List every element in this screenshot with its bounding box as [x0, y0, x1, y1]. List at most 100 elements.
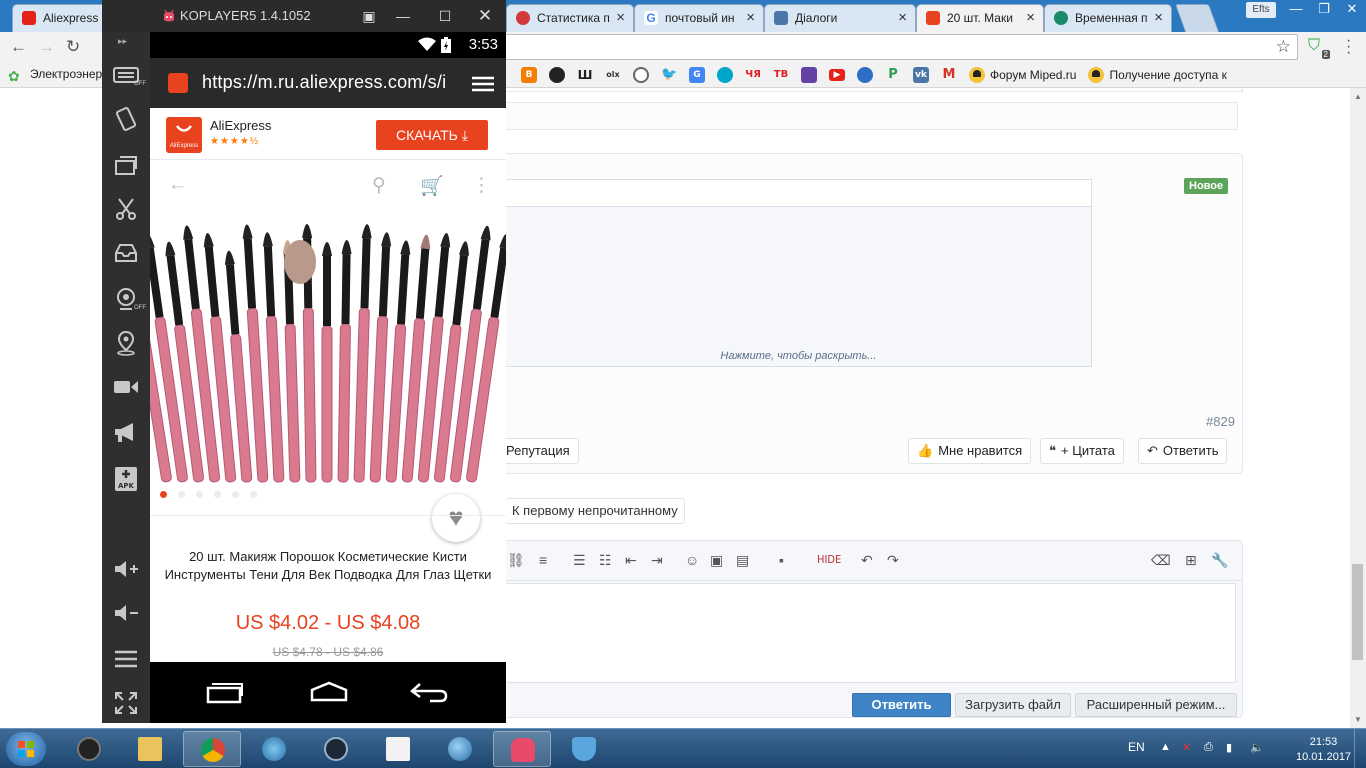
reply-button[interactable]: ↶ Ответить [1138, 438, 1228, 464]
tab-dialogs[interactable]: Діалоги × [764, 4, 916, 32]
menu-icon[interactable] [110, 644, 142, 674]
save-draft-icon[interactable]: ▪ [779, 553, 784, 567]
rotate-screen-icon[interactable] [110, 104, 142, 134]
twitter-bookmark[interactable]: 🐦 [655, 66, 683, 84]
expand-toolbar-icon[interactable]: ⊞ [1185, 553, 1197, 567]
tab-temporary[interactable]: Временная п × [1044, 4, 1172, 32]
webcam-icon[interactable]: OFF [110, 284, 146, 314]
youtube-bookmark[interactable]: ▶ [823, 66, 851, 84]
show-hidden-icons-icon[interactable]: ▲ [1160, 741, 1174, 755]
close-tab-icon[interactable]: × [746, 5, 755, 31]
koplayer-minimize-icon[interactable]: — [388, 0, 418, 32]
web-bookmark[interactable] [851, 66, 879, 84]
redo-icon[interactable]: ↷ [887, 553, 899, 567]
close-tab-icon[interactable]: × [616, 5, 625, 31]
usb-icon[interactable]: ⎙ [1204, 741, 1218, 755]
image-icon[interactable]: ▣ [710, 553, 723, 567]
cart-icon[interactable]: 🛒 [420, 174, 444, 198]
gallery-dot[interactable] [160, 491, 167, 498]
wishlist-heart-icon[interactable]: ♥ [432, 494, 480, 542]
start-button[interactable] [6, 732, 46, 766]
close-tab-icon[interactable]: × [898, 5, 907, 31]
shield-extension-icon[interactable]: ⛉ 2 [1308, 37, 1330, 59]
twitch-bookmark[interactable] [795, 66, 823, 84]
back-arrow-icon[interactable]: ← [168, 174, 187, 196]
language-indicator[interactable]: EN [1128, 740, 1145, 754]
expand-quote-link[interactable]: Нажмите, чтобы раскрыть... [506, 350, 1091, 362]
bullet-list-icon[interactable]: ☰ [573, 553, 586, 567]
scroll-up-icon[interactable]: ▲ [1354, 92, 1362, 101]
profile-button[interactable]: Efts [1246, 2, 1276, 18]
megaphone-icon[interactable] [110, 418, 142, 448]
like-button[interactable]: 👍 Мне нравится [908, 438, 1032, 464]
shazam-bookmark[interactable]: Ш [571, 66, 599, 84]
taskbar-earth[interactable] [431, 731, 489, 767]
bookmark-access[interactable]: Получение доступа к [1088, 67, 1227, 83]
unlink-icon[interactable]: ⛓ [507, 553, 525, 567]
close-tab-icon[interactable]: × [1026, 5, 1035, 31]
address-bar[interactable]: ☆ [505, 34, 1298, 60]
close-window-icon[interactable]: ✕ [1338, 0, 1366, 20]
align-icon[interactable]: ≡ [539, 553, 547, 567]
outdent-icon[interactable]: ⇤ [625, 553, 637, 567]
parking-bookmark[interactable]: P [879, 66, 907, 84]
gallery-dot[interactable] [250, 491, 257, 498]
reply-textarea[interactable] [501, 583, 1236, 683]
window-switch-icon[interactable] [110, 150, 142, 180]
restore-icon[interactable]: ❐ [1310, 0, 1338, 20]
film-bookmark[interactable] [627, 66, 655, 84]
volume-icon[interactable]: 🔈 [1250, 741, 1264, 755]
quote-button[interactable]: ❝ + Цитата [1040, 438, 1124, 464]
face-bookmark[interactable] [543, 66, 571, 84]
taskbar-vpn[interactable] [555, 731, 613, 767]
volume-up-icon[interactable] [110, 554, 142, 584]
show-desktop-button[interactable] [1354, 729, 1366, 768]
scrollbar-thumb[interactable] [1352, 564, 1363, 660]
search-icon[interactable]: ⚲ [372, 174, 386, 197]
bookmark-electro[interactable]: ✿ Электроэнер [8, 67, 102, 84]
chrome-menu-icon[interactable]: · · · [1346, 33, 1351, 61]
keyboard-icon[interactable]: OFF [110, 60, 146, 90]
vk-bookmark[interactable]: vk [907, 66, 935, 84]
android-back-icon[interactable] [410, 680, 448, 704]
olx-bookmark[interactable]: olx [599, 66, 627, 84]
submit-reply-button[interactable]: Ответить [852, 693, 951, 717]
volume-down-icon[interactable] [110, 598, 142, 628]
install-apk-icon[interactable]: APK [110, 464, 142, 494]
minimize-icon[interactable]: — [1282, 0, 1310, 20]
taskbar-explorer[interactable] [121, 731, 179, 767]
mobile-url-bar[interactable]: https://m.ru.aliexpress.com/s/i [150, 58, 506, 108]
download-app-button[interactable]: СКАЧАТЬ ⤓ [376, 120, 488, 150]
browser-menu-icon[interactable] [472, 76, 494, 92]
fullscreen-icon[interactable] [110, 688, 142, 718]
taskbar-game[interactable] [369, 731, 427, 767]
taskbar-chrome[interactable] [183, 731, 241, 767]
undo-icon[interactable]: ↶ [861, 553, 873, 567]
product-gallery[interactable]: ← ⚲ 🛒 ⋮ ♥ [150, 160, 506, 542]
vk-alt-bookmark[interactable] [711, 66, 739, 84]
tv-bookmark[interactable]: ТВ [767, 66, 795, 84]
advanced-mode-button[interactable]: Расширенный режим... [1075, 693, 1237, 717]
quote-block[interactable]: Нажмите, чтобы раскрыть... [505, 179, 1092, 367]
page-scrollbar[interactable]: ▲ ▼ [1350, 88, 1366, 728]
gallery-dot[interactable] [196, 491, 203, 498]
scissors-icon[interactable] [110, 194, 142, 224]
wrench-icon[interactable]: 🔧 [1211, 553, 1228, 567]
home-icon[interactable] [310, 680, 348, 704]
more-options-icon[interactable]: ⋮ [472, 174, 491, 197]
collapse-sidebar-icon[interactable]: ▸▸ [118, 36, 127, 47]
blogger-bookmark[interactable]: B [515, 66, 543, 84]
taskbar-steam[interactable] [307, 731, 365, 767]
media-icon[interactable]: ▤ [736, 553, 749, 567]
reload-icon[interactable]: ↻ [66, 37, 80, 57]
close-tab-icon[interactable]: × [1154, 5, 1163, 31]
koplayer-close-icon[interactable]: ✕ [470, 0, 500, 32]
tab-aliexpress-product[interactable]: 20 шт. Маки × [916, 4, 1044, 32]
translate-bookmark[interactable]: G [683, 66, 711, 84]
indent-icon[interactable]: ⇥ [651, 553, 663, 567]
scroll-down-icon[interactable]: ▼ [1354, 715, 1362, 724]
hide-button[interactable]: HIDE [817, 553, 841, 567]
taskbar-network[interactable] [245, 731, 303, 767]
tab-google[interactable]: G почтовый ин × [634, 4, 764, 32]
first-unread-button[interactable]: К первому непрочитанному [505, 498, 685, 524]
